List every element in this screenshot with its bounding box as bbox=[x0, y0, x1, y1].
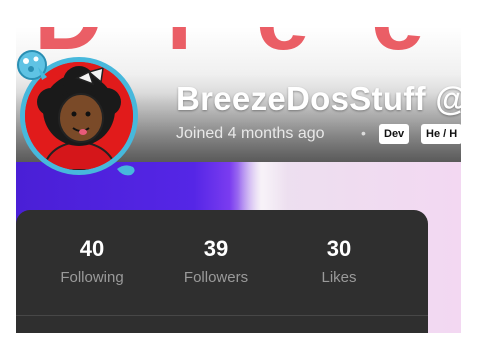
separator-dot: • bbox=[361, 125, 366, 141]
likes-label: Likes bbox=[321, 269, 357, 286]
followers-label: Followers bbox=[183, 269, 249, 286]
avatar-frame-tail-icon bbox=[117, 165, 135, 176]
stat-following[interactable]: 40 Following bbox=[37, 236, 147, 287]
display-name: BreezeDosStuff @ bbox=[176, 80, 461, 117]
banner-letter: r bbox=[166, 27, 205, 65]
followers-count: 39 bbox=[203, 236, 229, 261]
card-divider bbox=[16, 315, 428, 316]
stat-likes[interactable]: 30 Likes bbox=[284, 236, 394, 287]
banner-letter: e bbox=[256, 27, 311, 65]
avatar-frame-ornament-icon bbox=[17, 50, 47, 80]
following-label: Following bbox=[60, 269, 124, 286]
banner-letter: e bbox=[371, 27, 426, 65]
dev-badge: Dev bbox=[379, 124, 410, 144]
joined-date: Joined 4 months ago bbox=[176, 125, 325, 142]
stats-card: 40 Following 39 Followers 30 Likes bbox=[16, 210, 428, 333]
following-count: 40 bbox=[79, 236, 105, 261]
pronouns-badge: He / H bbox=[421, 124, 461, 144]
stat-followers[interactable]: 39 Followers bbox=[161, 236, 271, 287]
likes-count: 30 bbox=[326, 236, 352, 261]
profile-viewport: D r e e BreezeDosStuff @ Joined 4 months… bbox=[16, 27, 461, 333]
